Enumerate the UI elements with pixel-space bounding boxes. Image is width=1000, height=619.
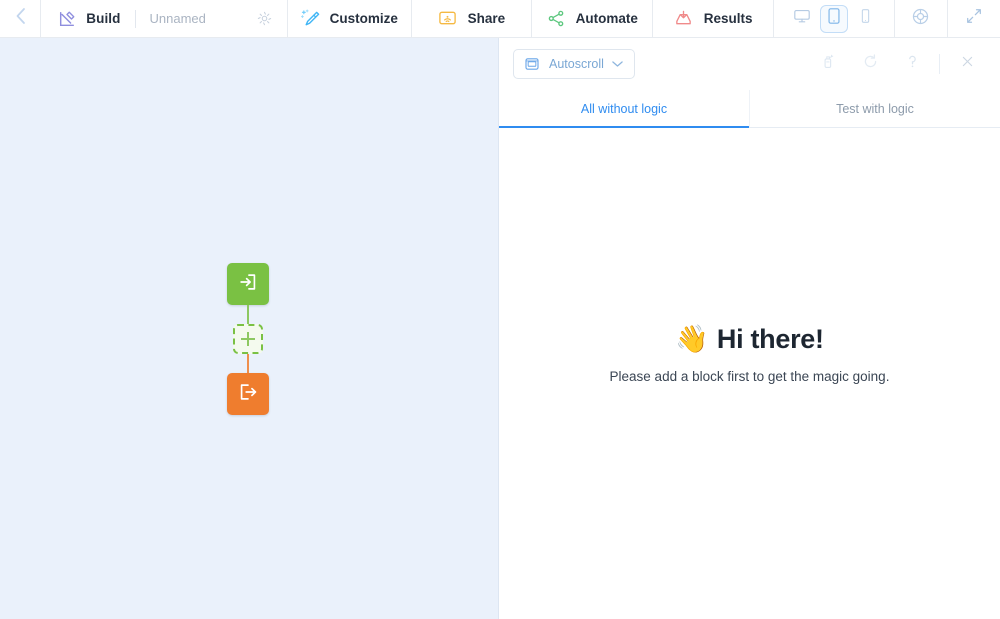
actions-divider (939, 54, 940, 74)
device-desktop-button[interactable] (788, 5, 816, 33)
tab-automate[interactable]: Automate (532, 0, 652, 37)
preview-empty-state: 👋 Hi there! Please add a block first to … (499, 128, 1000, 619)
preview-panel: Autoscroll All without logic Test with l… (499, 38, 1000, 619)
build-divider (134, 9, 136, 28)
share-screen-icon (438, 9, 458, 29)
expand-arrows-icon (965, 7, 983, 30)
tablet-icon (826, 7, 842, 30)
build-section[interactable]: Build Unnamed (41, 0, 287, 37)
automate-nodes-icon (547, 9, 566, 29)
build-label: Build (86, 11, 121, 26)
autoscroll-dropdown[interactable]: Autoscroll (513, 49, 635, 79)
workspace: Autoscroll All without logic Test with l… (0, 38, 1000, 619)
sign-in-arrow-icon (237, 271, 259, 298)
tab-test-with-logic[interactable]: Test with logic (750, 90, 1000, 127)
tab-results-label: Results (703, 11, 753, 26)
device-tablet-button[interactable] (819, 4, 848, 33)
sign-out-arrow-icon (237, 381, 259, 408)
tab-all-without-logic-label: All without logic (580, 101, 668, 116)
autoscroll-icon (523, 56, 540, 73)
preview-tabs: All without logic Test with logic (499, 90, 1000, 128)
preview-header: Autoscroll (499, 38, 1000, 90)
tab-share[interactable]: Share (411, 0, 531, 37)
tab-all-without-logic[interactable]: All without logic (499, 90, 750, 128)
question-mark-icon (904, 53, 921, 75)
tab-customize[interactable]: Customize (288, 0, 411, 37)
help-button[interactable] (891, 49, 933, 79)
autoscroll-label: Autoscroll (549, 57, 604, 71)
chevron-left-icon (14, 6, 27, 31)
expand-button[interactable] (948, 0, 1000, 37)
project-name[interactable]: Unnamed (150, 11, 206, 26)
connector-top (247, 305, 249, 324)
connector-bottom (247, 354, 249, 373)
restart-preview-button[interactable] (849, 49, 891, 79)
cleaner-spray-icon (820, 53, 837, 75)
refresh-icon (862, 53, 879, 75)
tab-automate-label: Automate (575, 11, 638, 26)
gear-icon[interactable] (255, 10, 273, 28)
preview-actions (807, 49, 988, 79)
close-preview-button[interactable] (946, 49, 988, 79)
end-block[interactable] (227, 373, 269, 415)
start-block[interactable] (227, 263, 269, 305)
flow-chain (227, 263, 269, 415)
desktop-icon (793, 7, 811, 30)
tab-share-label: Share (467, 11, 506, 26)
device-switcher (774, 0, 894, 37)
theme-button[interactable] (895, 0, 947, 37)
device-mobile-button[interactable] (852, 5, 880, 33)
magic-wand-icon (300, 9, 320, 29)
build-pen-icon (57, 9, 77, 29)
mobile-icon (859, 7, 872, 30)
results-tray-icon (674, 9, 694, 29)
color-wheel-icon (911, 7, 930, 31)
tab-customize-label: Customize (329, 11, 398, 26)
empty-state-heading: 👋 Hi there! (675, 323, 824, 355)
chevron-down-icon (612, 55, 623, 73)
empty-state-subtitle: Please add a block first to get the magi… (609, 368, 890, 384)
tab-results[interactable]: Results (653, 0, 773, 37)
waving-hand-icon: 👋 (675, 323, 709, 354)
tab-test-with-logic-label: Test with logic (836, 101, 914, 116)
plus-icon (241, 332, 255, 346)
empty-state-title: Hi there! (716, 323, 824, 354)
add-block-button[interactable] (233, 324, 263, 354)
close-icon (960, 54, 975, 74)
top-toolbar: Build Unnamed Customize Share Automate R… (0, 0, 1000, 38)
clear-answers-button[interactable] (807, 49, 849, 79)
flow-canvas[interactable] (0, 38, 499, 619)
back-button[interactable] (0, 0, 40, 37)
